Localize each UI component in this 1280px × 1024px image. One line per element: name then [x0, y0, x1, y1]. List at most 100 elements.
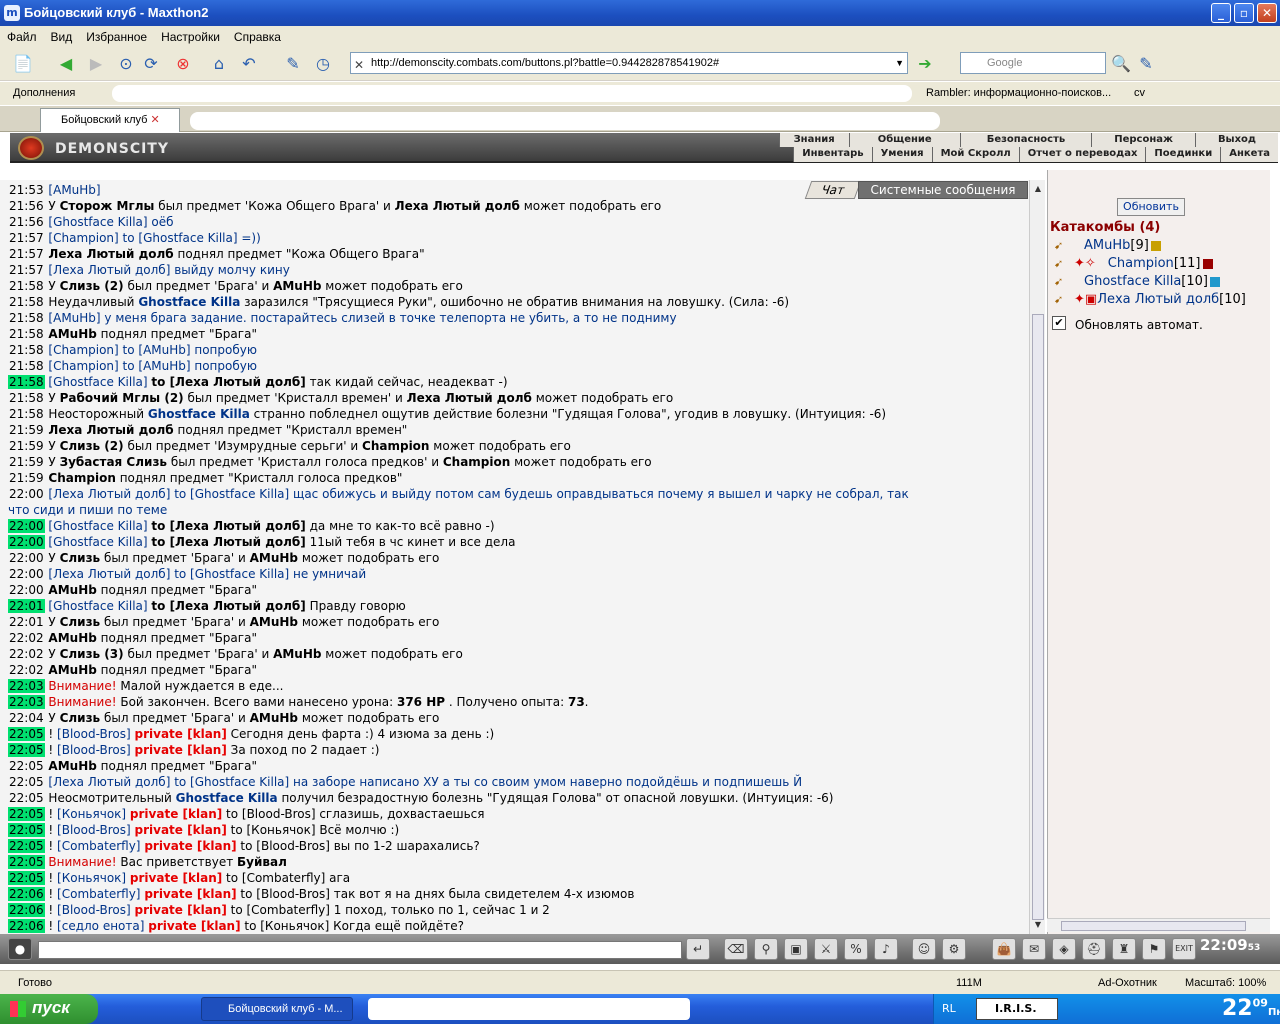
player-info-icon[interactable]	[1150, 240, 1161, 251]
chat-nick[interactable]: [Ghostface Killa]	[48, 519, 151, 533]
chat-nick[interactable]: [Ghostface Killa] оёб	[48, 215, 173, 229]
refresh-icon[interactable]: ⟳	[140, 53, 162, 75]
player-row[interactable]: ➹ AMuHb[9]	[1054, 238, 1161, 253]
chat-timestamp[interactable]: 21:58	[8, 391, 45, 405]
tab-chat[interactable]: Чат	[804, 181, 862, 199]
nav-social[interactable]: Общение	[848, 133, 960, 147]
player-name[interactable]: Леха Лютый долб	[1097, 292, 1219, 307]
chat-timestamp[interactable]: 22:05	[8, 823, 45, 837]
forward-icon[interactable]: ▶	[85, 53, 107, 75]
chat-nick[interactable]: [Леха Лютый долб] to [Ghostface Killa] н…	[48, 775, 802, 789]
chat-nick[interactable]: Ghostface Killa	[176, 791, 278, 805]
chat-log[interactable]: 21:53 [AMuHb] 21:56 У Сторож Мглы был пре…	[0, 180, 1029, 934]
tab-close-icon[interactable]: ✕	[151, 114, 160, 126]
chat-nick[interactable]: [Blood-Bros]	[57, 903, 131, 917]
chat-timestamp[interactable]: 22:05	[8, 807, 45, 821]
player-row[interactable]: ➹ ✦▣Леха Лютый долб[10]	[1054, 292, 1246, 307]
chat-nick[interactable]: [Ghostface Killa]	[48, 599, 151, 613]
nav-security[interactable]: Безопасность	[959, 133, 1092, 147]
start-button[interactable]: пуск	[0, 994, 98, 1024]
chat-timestamp[interactable]: 22:02	[8, 663, 45, 677]
chat-timestamp[interactable]: 21:58	[8, 343, 45, 357]
chat-nick[interactable]: что сиди и пиши по теме	[8, 503, 167, 517]
nav-transfer-report[interactable]: Отчет о переводах	[1018, 147, 1146, 162]
exit-icon[interactable]: EXIT	[1172, 938, 1196, 960]
chat-timestamp[interactable]: 22:05	[8, 743, 45, 757]
chat-timestamp[interactable]: 21:57	[8, 263, 45, 277]
chat-timestamp[interactable]: 22:00	[8, 535, 45, 549]
chat-nick[interactable]: Ghostface Killa	[138, 295, 240, 309]
chat-nick[interactable]: [Blood-Bros]	[57, 743, 131, 757]
menu-file[interactable]: Файл	[0, 26, 44, 44]
chat-timestamp[interactable]: 21:58	[8, 279, 45, 293]
ad-hunter-button[interactable]: Ad-Охотник	[1098, 977, 1157, 989]
chat-timestamp[interactable]: 22:05	[8, 727, 45, 741]
nav-character[interactable]: Персонаж	[1091, 133, 1195, 147]
home-icon[interactable]: ⌂	[208, 53, 230, 75]
back-icon[interactable]: ◀	[55, 53, 77, 75]
percent-icon[interactable]: %	[844, 938, 868, 960]
taskbar-item-browser[interactable]: Бойцовский клуб - М...	[201, 997, 353, 1021]
chat-timestamp[interactable]: 22:04	[8, 711, 45, 725]
player-info-icon[interactable]	[1202, 258, 1213, 269]
chat-nick[interactable]: Ghostface Killa	[148, 407, 250, 421]
chat-timestamp[interactable]: 22:05	[8, 791, 45, 805]
chat-timestamp[interactable]: 21:58	[8, 407, 45, 421]
highlight-icon[interactable]: ✎	[1135, 53, 1157, 75]
player-info-icon[interactable]	[1209, 276, 1220, 287]
chat-timestamp[interactable]: 22:05	[8, 839, 45, 853]
bookmark-rambler[interactable]: Rambler: информационно-поисков...	[926, 87, 1111, 99]
send-icon[interactable]: ↵	[686, 938, 710, 960]
bookmark-folder-cv[interactable]: cv	[1134, 87, 1145, 99]
castle-icon[interactable]: ♜	[1112, 938, 1136, 960]
chat-scroll-thumb[interactable]	[1032, 314, 1044, 920]
chat-nick[interactable]: [Коньячок]	[57, 871, 126, 885]
chat-timestamp[interactable]: 22:00	[8, 519, 45, 533]
undo-icon[interactable]: ↶	[238, 53, 260, 75]
chat-timestamp[interactable]: 21:56	[8, 215, 45, 229]
chat-timestamp[interactable]: 21:59	[8, 439, 45, 453]
history-dropdown-icon[interactable]: ⊙	[115, 53, 137, 75]
schedule-icon[interactable]: ◷	[312, 53, 334, 75]
menu-view[interactable]: Вид	[44, 26, 80, 44]
go-icon[interactable]: ➔	[914, 53, 936, 75]
chat-timestamp[interactable]: 21:58	[8, 327, 45, 341]
scroll-icon[interactable]: ✉	[1022, 938, 1046, 960]
chat-nick[interactable]: [Ghostface Killa]	[48, 535, 151, 549]
chat-input[interactable]	[38, 941, 682, 959]
chat-timestamp[interactable]: 21:59	[8, 455, 45, 469]
chat-nick[interactable]: [Champion] to [AMuHb] попробую	[48, 359, 257, 373]
chat-mode-icon[interactable]: ●	[8, 938, 32, 960]
chat-nick[interactable]: [Champion] to [AMuHb] попробую	[48, 343, 257, 357]
chat-timestamp[interactable]: 22:02	[8, 647, 45, 661]
flag-icon[interactable]: ⚑	[1142, 938, 1166, 960]
menu-settings[interactable]: Настройки	[154, 26, 227, 44]
bag-icon[interactable]: 👜	[992, 938, 1016, 960]
chat-timestamp[interactable]: 22:05	[8, 871, 45, 885]
menu-help[interactable]: Справка	[227, 26, 288, 44]
chat-timestamp[interactable]: 22:02	[8, 631, 45, 645]
address-bar[interactable]: ✕ http://demonscity.combats.com/buttons.…	[350, 52, 908, 74]
scroll-down-icon[interactable]: ▼	[1032, 920, 1044, 932]
chat-timestamp[interactable]: 22:03	[8, 679, 45, 693]
tab-system-messages[interactable]: Системные сообщения	[858, 181, 1028, 199]
chat-timestamp[interactable]: 21:57	[8, 247, 45, 261]
nav-profile[interactable]: Анкета	[1220, 147, 1278, 162]
maximize-button[interactable]: ▫	[1234, 3, 1254, 23]
chat-timestamp[interactable]: 22:06	[8, 903, 45, 917]
fight-icon[interactable]: ⚔	[814, 938, 838, 960]
save-log-icon[interactable]: ▣	[784, 938, 808, 960]
chat-nick[interactable]: [Леха Лютый долб] to [Ghostface Killa] щ…	[48, 487, 908, 501]
tab-combats[interactable]: Бойцовский клуб ✕	[40, 108, 180, 132]
smiley-icon[interactable]: ☺	[912, 938, 936, 960]
armor-icon[interactable]: ◈	[1052, 938, 1076, 960]
side-hscrollbar[interactable]	[1047, 918, 1270, 932]
chat-timestamp[interactable]: 22:05	[8, 775, 45, 789]
chat-nick[interactable]: [AMuHb] у меня брага задание. постарайте…	[48, 311, 676, 325]
stop-icon[interactable]: ⊗	[172, 53, 194, 75]
chat-timestamp[interactable]: 21:58	[8, 295, 45, 309]
helm-icon[interactable]: ⛑	[1082, 938, 1106, 960]
chat-timestamp[interactable]: 21:59	[8, 423, 45, 437]
chat-timestamp[interactable]: 21:58	[8, 311, 45, 325]
nav-skills[interactable]: Умения	[871, 147, 932, 162]
